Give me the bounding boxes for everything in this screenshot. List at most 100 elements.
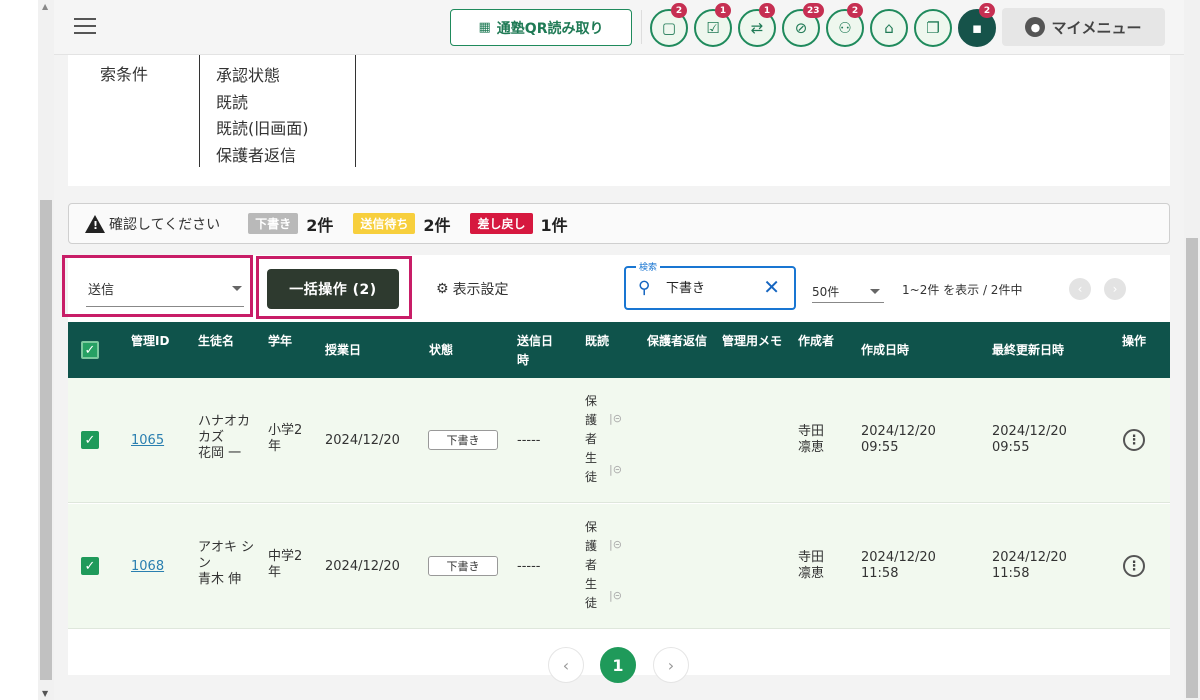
next-page-icon[interactable]: › [1104, 278, 1126, 300]
read-student-status-icon: |⊝ [609, 463, 622, 476]
gift-icon: ❐ [926, 19, 940, 37]
checklist-badge: 1 [715, 3, 731, 18]
read-student: 生徒 [585, 577, 598, 610]
student-kana: ハナオカ [198, 414, 251, 429]
draft-chip[interactable]: 下書き [248, 213, 299, 234]
condition-item: 承認状態 [216, 66, 281, 85]
scroll-down-icon[interactable]: ▼ [42, 689, 48, 698]
updated-time: 11:58 [992, 566, 1030, 581]
checklist-button[interactable]: ☑ 1 [694, 3, 732, 47]
th-sent-at[interactable]: 送信日時 [517, 332, 561, 370]
read-student: 生徒 [585, 451, 598, 484]
range-text: 1~2件 を表示 / 2件中 [902, 283, 1023, 297]
more-options-icon[interactable]: ⋮ [1123, 429, 1145, 451]
confirm-alert-bar: ! 確認してください 下書き 2件 送信待ち 2件 差し戻し 1件 [68, 203, 1170, 244]
created-date: 2024/12/20 [861, 550, 936, 565]
message-button[interactable]: ▪ 2 [958, 3, 996, 47]
my-menu-button[interactable]: ● マイメニュー [1002, 8, 1165, 46]
message-icon: ▪ [971, 19, 983, 37]
th-parent-reply[interactable]: 保護者返信 [647, 332, 709, 351]
read-parent: 保護者 [585, 520, 598, 572]
gift-button[interactable]: ❐ [914, 9, 952, 47]
author: 寺田 [798, 550, 825, 565]
th-student[interactable]: 生徒名 [198, 332, 234, 351]
group-icon: ⚇ [838, 19, 852, 37]
th-read[interactable]: 既読 [585, 332, 609, 351]
scroll-up-icon[interactable]: ▲ [42, 2, 48, 11]
pager-current-page[interactable]: 1 [600, 647, 636, 683]
alert-message: 確認してください [109, 216, 221, 233]
condition-item: 既読 [216, 92, 249, 112]
send-type-select[interactable]: 送信 [86, 273, 244, 307]
pager-prev-icon[interactable]: ‹ [548, 647, 584, 683]
th-created-at[interactable]: 作成日時 [861, 341, 909, 360]
waiting-count: 2件 [423, 215, 451, 235]
blocked-badge: 23 [803, 3, 824, 18]
message-badge: 2 [979, 3, 995, 18]
sent-at: ----- [517, 433, 541, 448]
group-button[interactable]: ⚇ 2 [826, 3, 864, 47]
conditions-cut-row [216, 55, 355, 63]
per-page-select[interactable]: 50件 [812, 277, 884, 303]
school-button[interactable]: ⌂ [870, 9, 908, 47]
th-author[interactable]: 作成者 [798, 332, 834, 351]
scroll-thumb[interactable] [40, 200, 52, 680]
row-checkbox[interactable]: ✓ [81, 431, 99, 449]
th-status[interactable]: 状態 [429, 341, 453, 360]
th-admin-memo[interactable]: 管理用メモ [722, 332, 782, 351]
table-row[interactable]: ✓ 1065 ハナオカ カズ 花岡 一 小学2 年 2024/12/20 下書き… [68, 378, 1170, 503]
created-time: 11:58 [861, 566, 899, 581]
school-icon: ⌂ [884, 19, 894, 37]
search-label: 検索 [636, 260, 661, 273]
my-menu-label: マイメニュー [1051, 18, 1142, 37]
author-cont: 凛恵 [798, 440, 825, 455]
header-divider [641, 10, 642, 44]
search-input[interactable] [666, 279, 756, 294]
author: 寺田 [798, 424, 825, 439]
scroll-thumb[interactable] [1186, 238, 1198, 698]
grade: 小学2 [268, 423, 303, 438]
main-area: ▦ 通塾QR読み取り ▢ 2 ☑ 1 ⇄ 1 ⊘ 23 ⚇ 2 ⌂ ❐ ▪ 2 … [54, 0, 1184, 700]
th-id[interactable]: 管理ID [131, 332, 169, 351]
more-options-icon[interactable]: ⋮ [1123, 555, 1145, 577]
returned-chip[interactable]: 差し戻し [470, 213, 533, 234]
bulk-action-button[interactable]: 一括操作 (2) [267, 269, 399, 309]
chevron-down-icon [232, 286, 242, 291]
pager-next-icon[interactable]: › [653, 647, 689, 683]
table-row[interactable]: ✓ 1068 アオキ シ ン 青木 伸 中学2 年 2024/12/20 下書き… [68, 504, 1170, 629]
th-class-date[interactable]: 授業日 [325, 341, 361, 360]
transfer-button[interactable]: ⇄ 1 [738, 3, 776, 47]
updated-date: 2024/12/20 [992, 550, 1067, 565]
row-id-link[interactable]: 1068 [131, 559, 164, 575]
read-parent-status-icon: |⊝ [609, 538, 622, 551]
prev-page-icon[interactable]: ‹ [1069, 278, 1091, 300]
th-updated-at[interactable]: 最終更新日時 [992, 341, 1064, 360]
clear-icon[interactable]: ✕ [763, 275, 780, 299]
per-page-value: 50件 [812, 285, 840, 299]
chat-button[interactable]: ▢ 2 [650, 3, 688, 47]
row-checkbox[interactable]: ✓ [81, 557, 99, 575]
read-parent-status-icon: |⊝ [609, 412, 622, 425]
group-badge: 2 [847, 3, 863, 18]
list-card: 送信 一括操作 (2) ⚙ 表示設定 検索 ⚲ ✕ 50件 1~2件 を表示 /… [62, 255, 1170, 675]
read-student-status-icon: |⊝ [609, 589, 622, 602]
read-parent: 保護者 [585, 394, 598, 446]
qr-scan-button[interactable]: ▦ 通塾QR読み取り [450, 9, 632, 46]
conditions-list: 承認状態 既読 既読(旧画面) 保護者返信 [199, 55, 356, 167]
hamburger-menu-icon[interactable] [74, 18, 96, 36]
checklist-icon: ☑ [706, 19, 720, 37]
blocked-button[interactable]: ⊘ 23 [782, 3, 824, 47]
chat-icon: ▢ [661, 19, 677, 37]
waiting-chip[interactable]: 送信待ち [353, 213, 416, 234]
row-id-link[interactable]: 1065 [131, 433, 164, 449]
grade: 中学2 [268, 549, 303, 564]
right-scrollbar[interactable] [1184, 0, 1200, 700]
left-scrollbar[interactable]: ▲ ▼ [38, 0, 54, 700]
qr-icon: ▦ [478, 20, 491, 35]
display-settings-button[interactable]: ⚙ 表示設定 [436, 279, 509, 299]
select-all-checkbox[interactable]: ✓ [81, 341, 99, 359]
student-kana: アオキ シ [198, 540, 255, 555]
search-field[interactable]: 検索 ⚲ ✕ [624, 260, 796, 310]
th-grade[interactable]: 学年 [268, 332, 292, 351]
student-kana-cont: カズ [198, 430, 225, 445]
